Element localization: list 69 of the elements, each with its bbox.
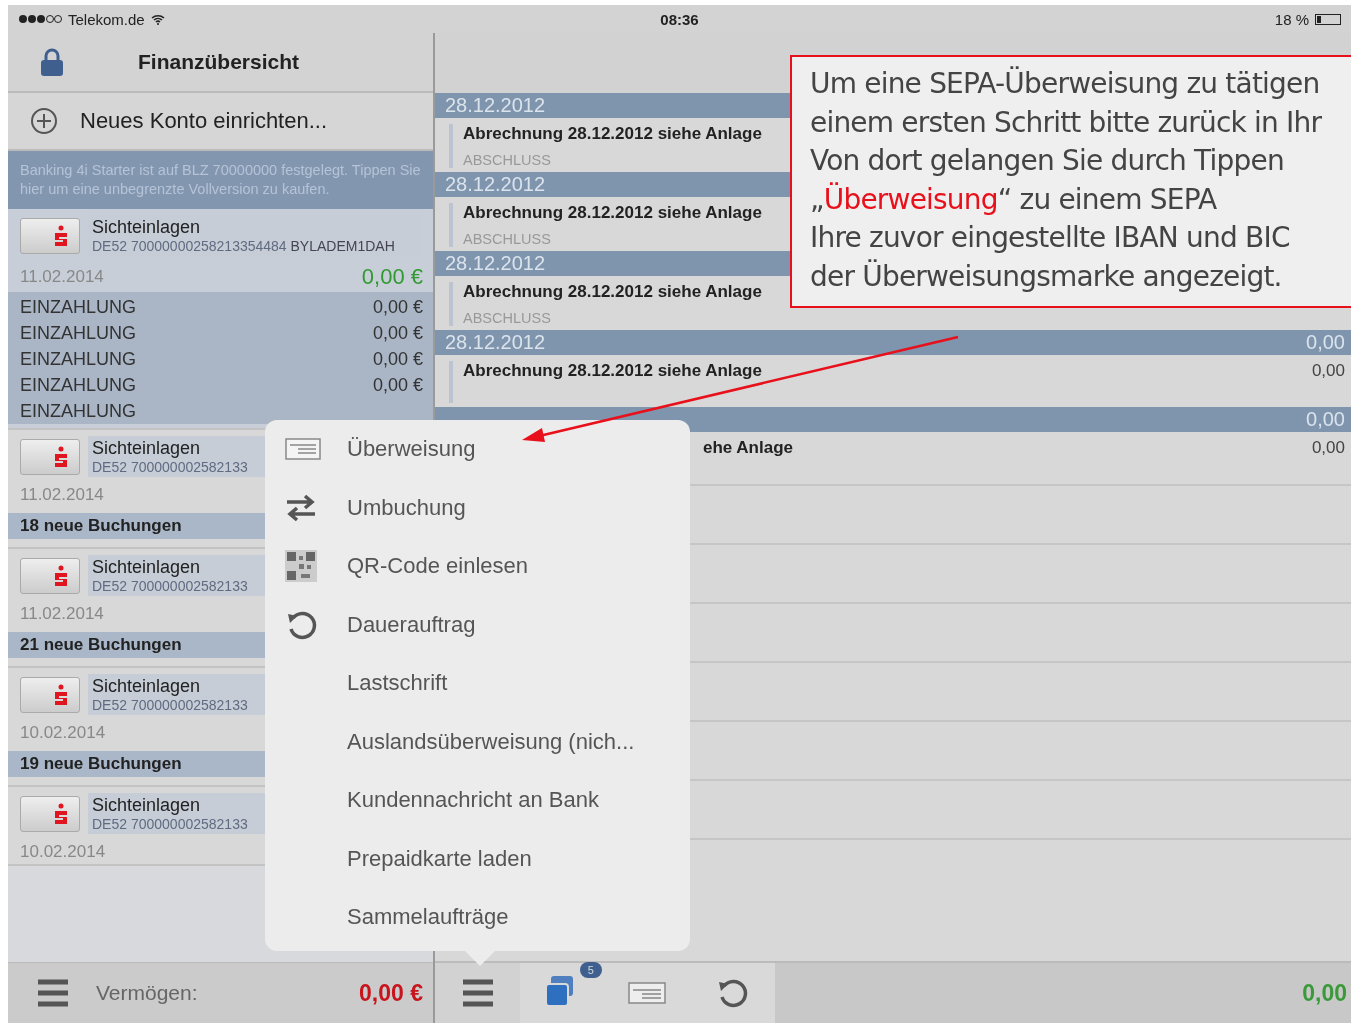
bank-logo-icon [53,564,69,587]
booking-amount: 0,00 [1311,438,1345,459]
battery-icon [1315,13,1341,25]
annotation-tooltip: Um eine SEPA-Überweisung zu tätigen einem ersten Schritt bitte zurück in Ihr Von dort gelangen Sie durch Tippen „Überweisung“ zu einem SEPA Ihre zuvor eingestellte IBAN und BIC der Überweisungsmarke angezeigt. [790,55,1351,308]
transaction-amount: 0,00 € [372,374,423,396]
signal-icon [18,14,62,24]
account-name: Sichteinlagen [92,557,201,578]
nav-title: Finanzübersicht [138,50,300,74]
section-date: 28.12.2012 [445,94,546,117]
account-date: 10.02.2014 [20,842,106,862]
add-account-label: Neues Konto einrichten... [80,108,328,134]
section-date: 28.12.2012 [445,173,546,196]
transaction-amount: 0,00 € [372,296,423,318]
account-date: 11.02.2014 [20,267,104,287]
booking-amount: 0,00 [1311,361,1345,382]
account-name: Sichteinlagen [92,676,201,697]
booking-type: ABSCHLUSS [463,231,552,247]
swap-arrows-icon [285,493,317,522]
lock-icon[interactable] [40,48,64,76]
transaction-amount: 0,00 € [372,348,423,370]
account-iban: DE52 70000000258213354484 BYLADEM1DAH [92,238,395,254]
account-name: Sichteinlagen [92,217,201,238]
transaction-label: EINZAHLUNG [20,296,136,318]
total-amount: 0,00 [1302,979,1347,1007]
account-card[interactable]: Sichteinlagen DE52 70000000258213354484 BYLADEM1DAH 11.02.2014 0,00 € EINZAHLUNG 0,00 € EINZAHLUNG 0,00 € EINZAHLUNG 0,00 € EINZAHLUNG 0,00 € EINZAHLUNG [8,209,433,430]
booking-row[interactable]: Abrechnung 28.12.2012 siehe Anlage 0,00 [435,355,1351,407]
section-date: 28.12.2012 [445,331,546,354]
notification-badge: 5 [579,962,602,978]
account-date: 11.02.2014 [20,604,104,624]
bank-logo-icon [53,445,69,468]
account-name: Sichteinlagen [92,795,201,816]
menu-item[interactable]: Sammelaufträge [285,888,680,947]
carrier-name: Telekom.de [68,10,145,28]
account-date: 10.02.2014 [20,723,106,743]
bank-logo-icon [53,683,69,706]
account-iban: DE52 700000002582133 [92,578,248,594]
card-icon [285,438,321,461]
section-amount: 0,00 [1306,408,1345,431]
add-account-row[interactable]: Neues Konto einrichten... [8,93,433,151]
section-date: 28.12.2012 [445,252,546,275]
transaction-amount: 0,00 € [372,322,423,344]
transaction-label: EINZAHLUNG [20,400,136,422]
qr-code-icon [285,550,317,583]
booking-title: Abrechnung 28.12.2012 siehe Anlage [463,203,763,223]
transaction-label: EINZAHLUNG [20,348,136,370]
section-amount: 0,00 [1306,331,1345,354]
bank-logo-icon [53,224,69,247]
booking-title: Abrechnung 28.12.2012 siehe Anlage [463,282,763,302]
booking-type: ABSCHLUSS [463,152,552,168]
status-time: 08:36 [660,10,699,28]
account-iban: DE52 700000002582133 [92,697,248,713]
transaction-label: EINZAHLUNG [20,374,136,396]
account-date: 11.02.2014 [20,485,104,505]
booking-title: Abrechnung 28.12.2012 siehe Anlage [463,124,763,144]
assets-total: 0,00 € [359,979,423,1007]
account-iban: DE52 700000002582133 [92,459,248,475]
plus-circle-icon [30,107,58,135]
menu-icon[interactable] [462,978,493,1008]
account-name: Sichteinlagen [92,438,201,459]
battery-percent: 18 % [1274,10,1309,28]
wifi-icon [150,13,165,25]
transaction-label: EINZAHLUNG [20,322,136,344]
booking-type: ABSCHLUSS [463,310,552,326]
assets-label: Vermögen: [96,981,199,1005]
booking-title: Abrechnung 28.12.2012 siehe Anlage [463,361,763,381]
account-balance: 0,00 € [361,264,423,290]
menu-icon[interactable] [38,978,68,1008]
account-iban: DE52 700000002582133 [92,816,248,832]
bank-logo-icon [53,802,69,825]
